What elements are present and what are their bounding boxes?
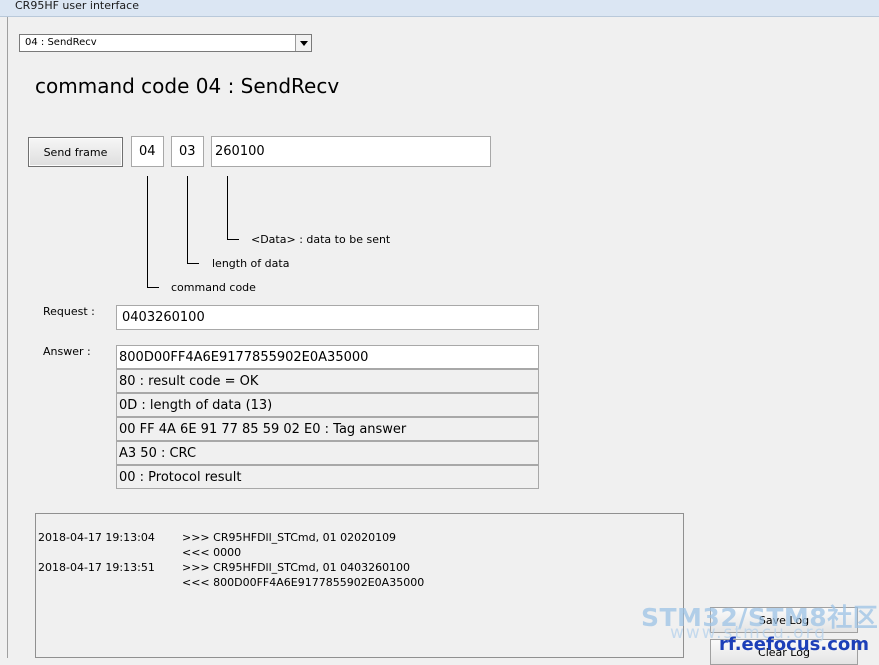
log-text: <<< 800D00FF4A6E9177855902E0A35000 <box>182 576 425 589</box>
command-heading: command code 04 : SendRecv <box>35 74 340 98</box>
answer-row-protocol: 00 : Protocol result <box>116 465 539 489</box>
log-text: >>> CR95HFDll_STCmd, 01 0403260100 <box>182 561 411 574</box>
answer-label: Answer : <box>43 345 91 358</box>
log-time: 2018-04-17 19:13:04 <box>38 531 155 544</box>
chevron-down-icon[interactable] <box>295 35 311 51</box>
request-label: Request : <box>43 305 95 318</box>
length-annotation-line <box>187 176 188 264</box>
data-annotation-tick <box>227 239 239 240</box>
log-text: >>> CR95HFDll_STCmd, 01 02020109 <box>182 531 397 544</box>
answer-row-tag: 00 FF 4A 6E 91 77 85 59 02 E0 : Tag answ… <box>116 417 539 441</box>
length-annotation: length of data <box>212 257 290 270</box>
title-bar: CR95HF user interface <box>0 0 879 17</box>
command-select[interactable]: 04 : SendRecv <box>19 34 312 52</box>
watermark-site-2: rf.eefocus.com <box>719 634 870 655</box>
answer-row-length: 0D : length of data (13) <box>116 393 539 417</box>
window-title: CR95HF user interface <box>15 0 139 12</box>
data-annotation-line <box>227 176 228 240</box>
data-field[interactable]: 260100 <box>211 136 491 167</box>
command-annotation-line <box>147 176 148 288</box>
answer-row-crc: A3 50 : CRC <box>116 441 539 465</box>
answer-row-result-code: 80 : result code = OK <box>116 369 539 393</box>
answer-row-raw: 800D00FF4A6E9177855902E0A35000 <box>116 345 539 369</box>
command-annotation-tick <box>147 287 159 288</box>
command-code-field[interactable]: 04 <box>131 136 164 167</box>
request-field[interactable]: 0403260100 <box>116 305 539 330</box>
command-annotation: command code <box>171 281 256 294</box>
command-select-value: 04 : SendRecv <box>25 37 97 48</box>
log-time: 2018-04-17 19:13:51 <box>38 561 155 574</box>
length-field[interactable]: 03 <box>171 136 204 167</box>
data-annotation: <Data> : data to be sent <box>251 233 391 246</box>
length-annotation-tick <box>187 263 199 264</box>
log-panel[interactable]: 2018-04-17 19:13:04 >>> CR95HFDll_STCmd,… <box>35 513 684 658</box>
send-frame-button[interactable]: Send frame <box>28 137 123 167</box>
log-text: <<< 0000 <box>182 546 242 559</box>
